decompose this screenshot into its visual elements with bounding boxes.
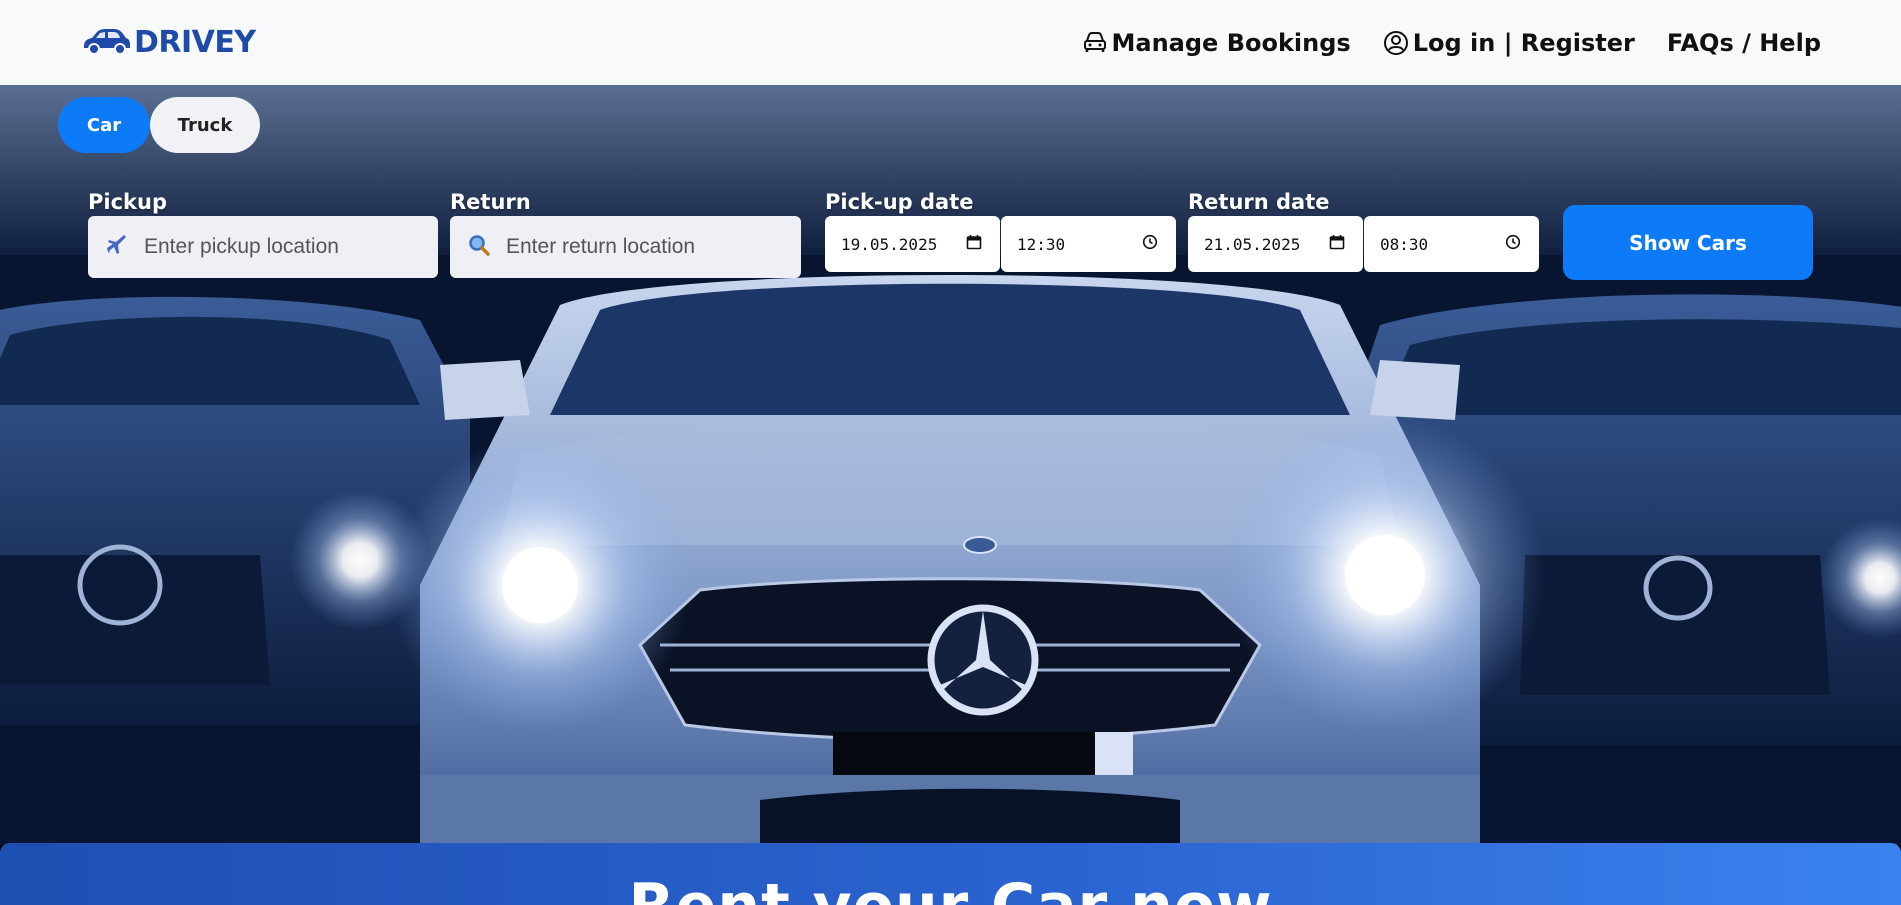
pickup-time-input[interactable]: 12:30 xyxy=(1001,216,1176,272)
nav-faqs-help[interactable]: FAQs / Help xyxy=(1667,29,1821,57)
nav-label: Manage Bookings xyxy=(1111,28,1351,57)
car-front-icon xyxy=(1082,31,1108,55)
clock-icon xyxy=(1505,234,1521,254)
hero-section: Car Truck Pickup Enter pickup location R… xyxy=(0,85,1901,845)
pickup-location-input[interactable]: Enter pickup location xyxy=(88,216,438,278)
pickup-date-value: 19.05.2025 xyxy=(841,234,938,254)
return-date-label: Return date xyxy=(1188,190,1330,214)
user-circle-icon xyxy=(1383,30,1409,56)
pickup-label: Pickup xyxy=(88,190,167,214)
return-time-input[interactable]: 08:30 xyxy=(1364,216,1539,272)
return-date-input[interactable]: 21.05.2025 xyxy=(1188,216,1363,272)
pickup-placeholder: Enter pickup location xyxy=(144,235,339,258)
nav-login-register[interactable]: Log in | Register xyxy=(1383,29,1635,57)
return-placeholder: Enter return location xyxy=(506,235,696,258)
nav-label: Log in | Register xyxy=(1412,28,1635,57)
clock-icon xyxy=(1142,234,1158,254)
magnifier-icon xyxy=(468,234,490,260)
return-location-input[interactable]: Enter return location xyxy=(450,216,801,278)
tab-truck[interactable]: Truck xyxy=(150,97,260,153)
nav-label: FAQs / Help xyxy=(1666,28,1821,57)
pickup-time-value: 12:30 xyxy=(1017,234,1066,254)
pickup-date-label: Pick-up date xyxy=(825,190,974,214)
calendar-icon xyxy=(966,234,982,254)
tab-car[interactable]: Car xyxy=(58,97,150,153)
rent-now-banner: Rent your Car now xyxy=(0,843,1901,905)
site-header: DRIVEY Manage Bookings Log in | Register… xyxy=(0,0,1901,85)
search-form: Pickup Enter pickup location Return Ente… xyxy=(0,190,1901,290)
brand-name: DRIVEY xyxy=(134,25,256,60)
pickup-date-input[interactable]: 19.05.2025 xyxy=(825,216,1000,272)
nav-manage-bookings[interactable]: Manage Bookings xyxy=(1082,29,1351,57)
calendar-icon xyxy=(1329,234,1345,254)
vehicle-type-tabs: Car Truck xyxy=(58,97,260,153)
return-date-value: 21.05.2025 xyxy=(1204,234,1301,254)
show-cars-button[interactable]: Show Cars xyxy=(1563,205,1813,280)
return-time-value: 08:30 xyxy=(1380,234,1429,254)
airplane-icon xyxy=(106,234,128,260)
return-label: Return xyxy=(450,190,531,214)
main-nav: Manage Bookings Log in | Register FAQs /… xyxy=(1082,29,1821,57)
car-icon xyxy=(80,26,132,60)
banner-title: Rent your Car now xyxy=(0,871,1901,905)
logo[interactable]: DRIVEY xyxy=(80,25,256,60)
